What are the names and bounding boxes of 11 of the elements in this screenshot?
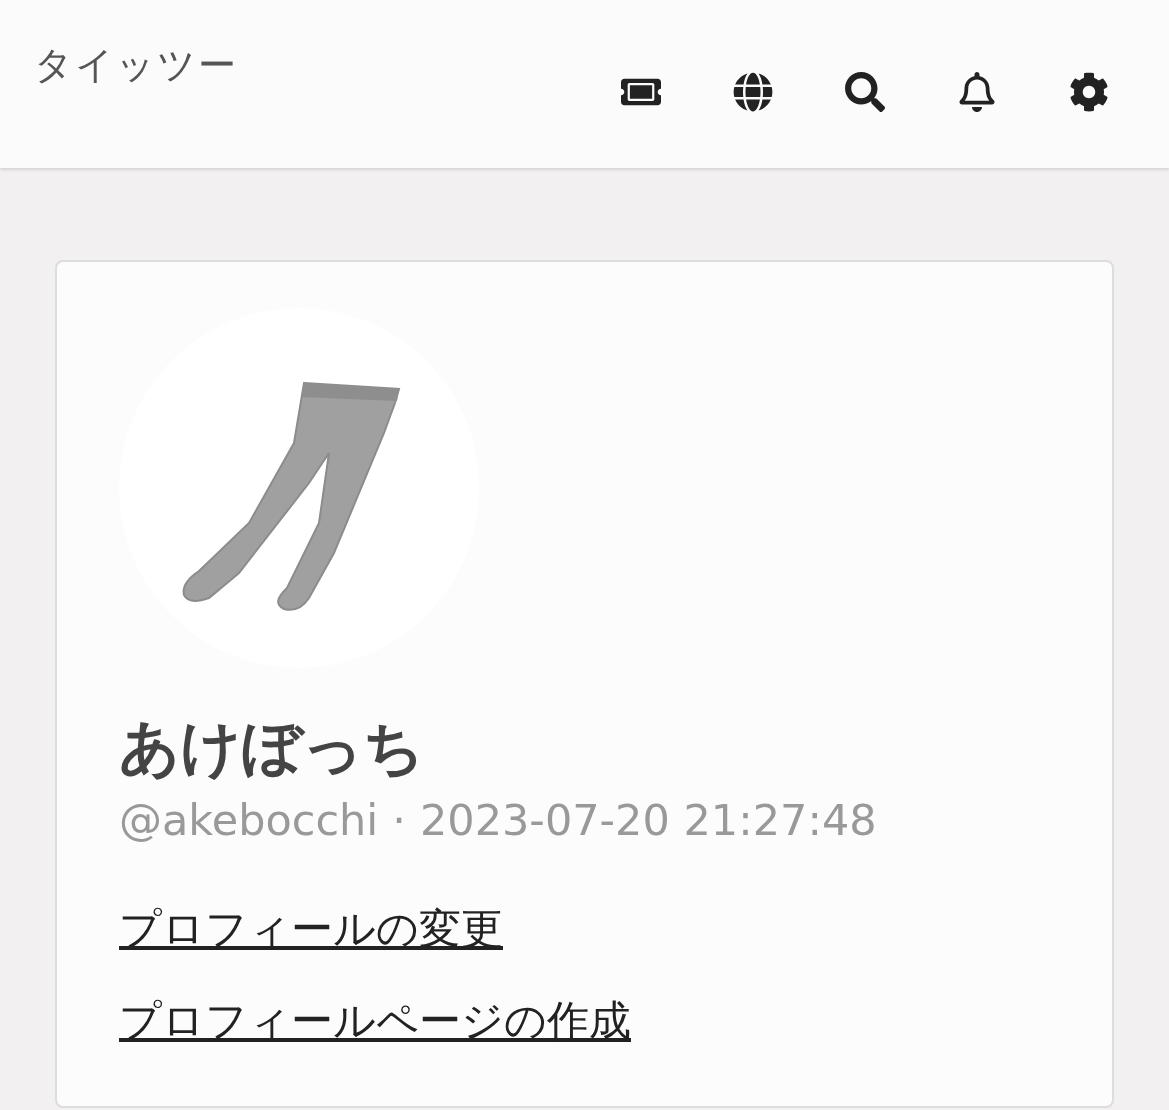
globe-button[interactable] (733, 72, 773, 112)
bell-button[interactable] (957, 72, 997, 112)
separator-dot: · (392, 795, 406, 845)
search-button[interactable] (845, 72, 885, 112)
app-title: タイッツー (34, 42, 238, 89)
profile-link[interactable]: プロフィールページの作成 (119, 993, 631, 1049)
user-name: あけぼっち (119, 711, 425, 784)
joined-date: 2023-07-20 21:27:48 (419, 795, 877, 845)
user-handle: @akebocchi (119, 795, 379, 845)
settings-button[interactable] (1069, 72, 1109, 112)
profile-link[interactable]: プロフィールの変更 (119, 901, 503, 957)
